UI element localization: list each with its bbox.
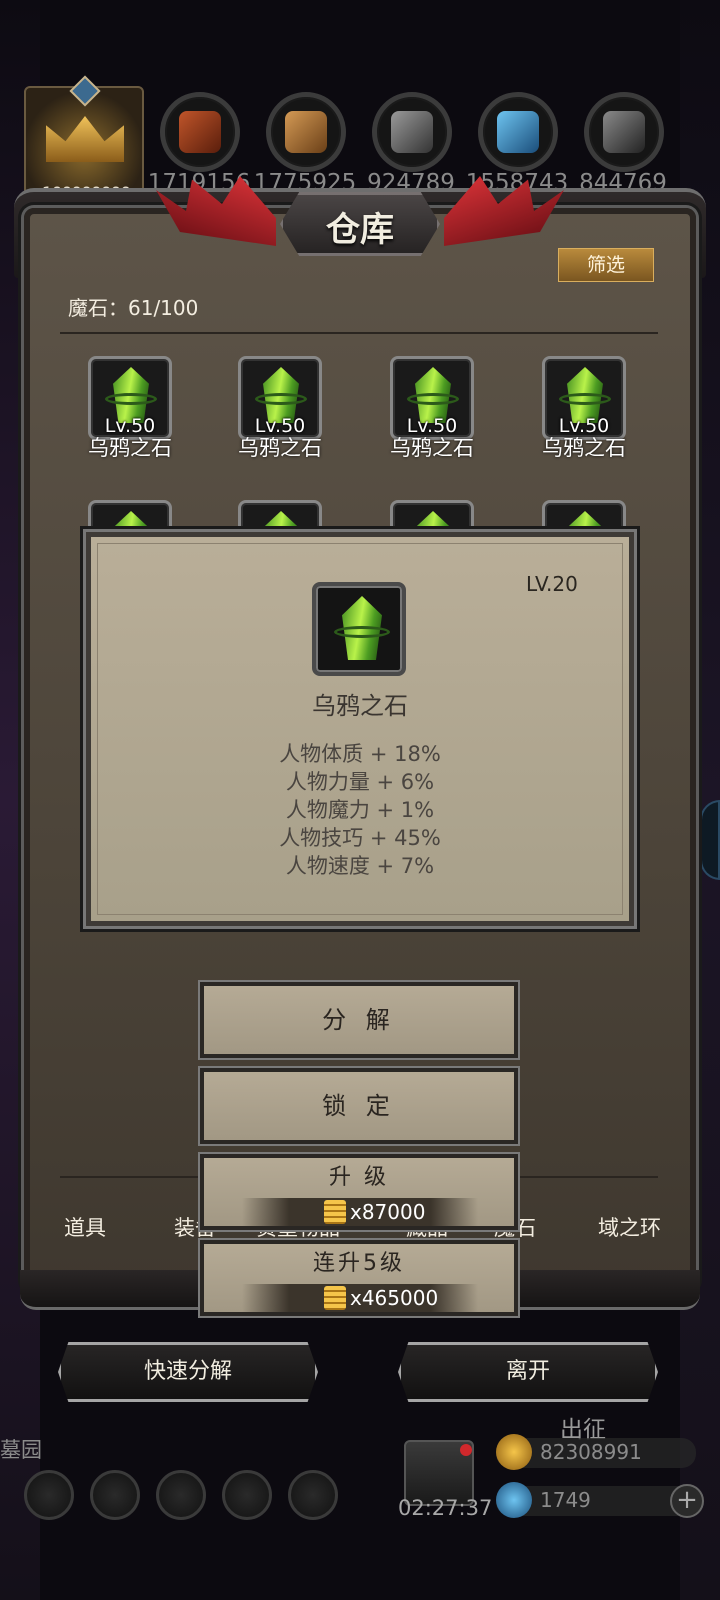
item-slot[interactable]: Lv.50	[238, 356, 322, 440]
panel-title: 仓库	[326, 210, 394, 250]
gem-band	[255, 393, 307, 405]
hud-gold: 82308991	[496, 1434, 696, 1470]
resource-meat[interactable]	[160, 92, 240, 172]
gold-coin-icon	[324, 1286, 346, 1310]
hud-menu-icon[interactable]	[90, 1470, 140, 1520]
stone-icon	[391, 111, 433, 153]
diamond-icon	[496, 1482, 532, 1518]
stat-speed: 人物速度 + 7%	[285, 854, 435, 878]
hud-mail-icon[interactable]	[222, 1470, 272, 1520]
hud-settings-icon[interactable]	[24, 1470, 74, 1520]
upgrade-5-button[interactable]: 连升5级 x465000	[200, 1240, 518, 1316]
gold-coin-icon	[324, 1200, 346, 1224]
hud-graveyard-label: 墓园	[0, 1438, 42, 1462]
lock-button[interactable]: 锁 定	[200, 1068, 518, 1144]
stat-strength: 人物力量 + 6%	[285, 770, 435, 794]
stat-magic: 人物魔力 + 1%	[285, 798, 435, 822]
upgrade-label: 升 级	[329, 1165, 389, 1190]
item-name: 乌鸦之石	[390, 436, 474, 460]
side-edge-tab[interactable]	[700, 800, 720, 880]
tab-domain-ring[interactable]: 域之环	[598, 1212, 661, 1242]
upgrade-5-cost-value: x465000	[350, 1286, 439, 1310]
crystal-icon	[497, 111, 539, 153]
upgrade-cost: x87000	[242, 1198, 478, 1226]
resource-wood[interactable]	[266, 92, 346, 172]
item-name: 乌鸦之石	[88, 436, 172, 460]
crown-icon	[46, 116, 124, 162]
item-name: 乌鸦之石	[542, 436, 626, 460]
stat-skill: 人物技巧 + 45%	[279, 826, 441, 850]
notification-dot	[460, 1444, 472, 1456]
stat-constitution: 人物体质 + 18%	[279, 742, 441, 766]
upgrade-5-label: 连升5级	[313, 1251, 405, 1276]
hud-chat-icon[interactable]	[288, 1470, 338, 1520]
detail-item-icon	[312, 582, 406, 676]
add-gems-button[interactable]: +	[670, 1484, 704, 1518]
gold-value: 82308991	[540, 1440, 642, 1464]
item-slot[interactable]: Lv.50	[390, 356, 474, 440]
gem-band	[334, 626, 390, 638]
leave-button[interactable]: 离开	[398, 1342, 658, 1402]
hud-scroll-icon[interactable]	[156, 1470, 206, 1520]
item-slot[interactable]: Lv.50	[88, 356, 172, 440]
upgrade-button[interactable]: 升 级 x87000	[200, 1154, 518, 1230]
item-name: 乌鸦之石	[238, 436, 322, 460]
detail-name: 乌鸦之石	[312, 692, 408, 720]
avatar-gem-icon	[69, 75, 101, 107]
resource-iron[interactable]	[584, 92, 664, 172]
resource-bar: 100000000 1719156 1775925 924789 1558743…	[0, 75, 720, 204]
hud-gems: 1749	[496, 1482, 696, 1518]
decompose-label: 分 解	[322, 1006, 396, 1034]
gem-band	[559, 393, 611, 405]
player-avatar[interactable]: 100000000	[24, 75, 144, 204]
lock-label: 锁 定	[322, 1092, 396, 1120]
gem-band	[407, 393, 459, 405]
hud-timer: 02:27:37	[398, 1496, 493, 1520]
item-slot[interactable]: Lv.50	[542, 356, 626, 440]
detail-level: LV.20	[526, 572, 578, 596]
divider	[60, 332, 658, 334]
filter-button[interactable]: 筛选	[558, 248, 654, 282]
upgrade-cost-value: x87000	[350, 1200, 426, 1224]
gem-band	[105, 393, 157, 405]
upgrade-5-cost: x465000	[242, 1284, 478, 1312]
quick-decompose-button[interactable]: 快速分解	[58, 1342, 318, 1402]
resource-stone[interactable]	[372, 92, 452, 172]
stone-count: 魔石：61/100	[68, 296, 199, 320]
decompose-button[interactable]: 分 解	[200, 982, 518, 1058]
wood-icon	[285, 111, 327, 153]
gems-value: 1749	[540, 1488, 591, 1512]
gold-icon	[496, 1434, 532, 1470]
meat-icon	[179, 111, 221, 153]
tab-items[interactable]: 道具	[64, 1212, 106, 1242]
iron-icon	[603, 111, 645, 153]
resource-crystal[interactable]	[478, 92, 558, 172]
